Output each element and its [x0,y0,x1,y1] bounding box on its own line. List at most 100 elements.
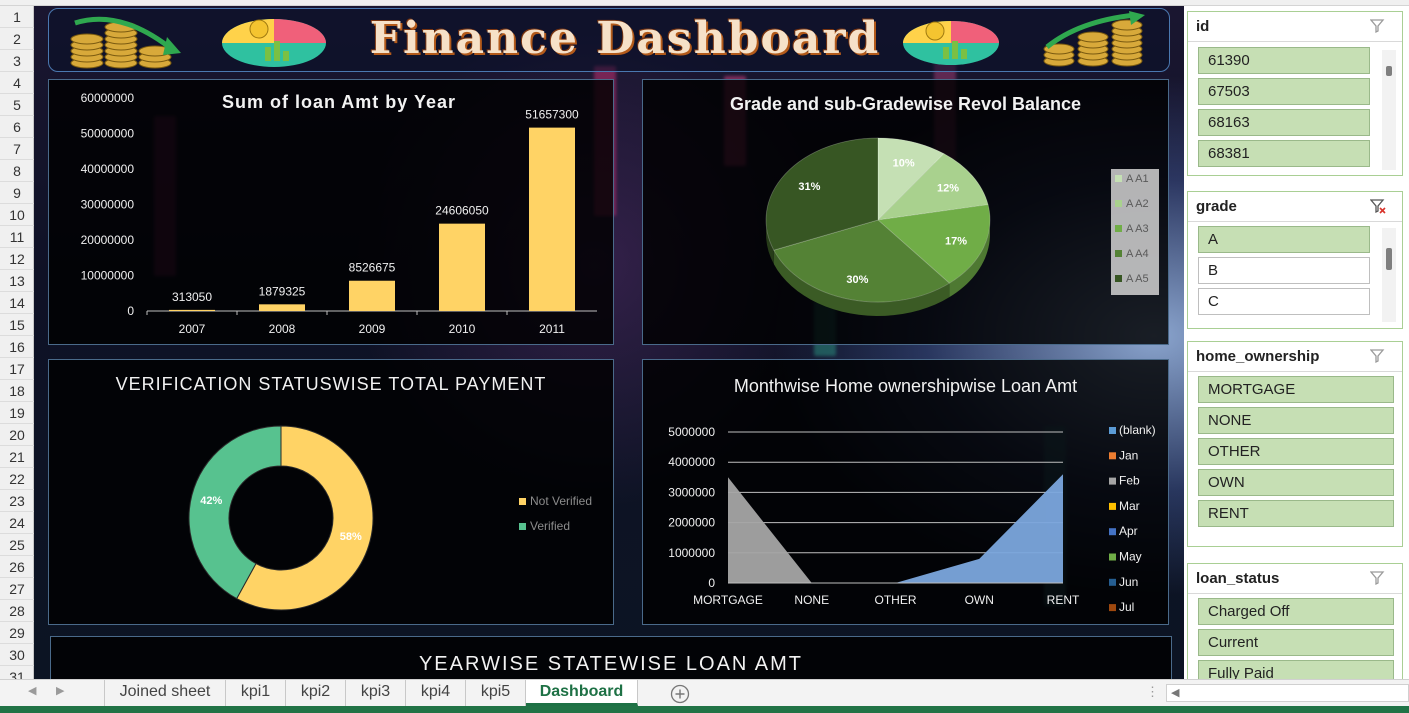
slicer-scrollbar[interactable] [1382,228,1396,322]
row-header[interactable]: 27 [0,578,34,600]
slicer-scrollbar[interactable] [1382,50,1396,170]
scroll-left-icon[interactable]: ◀ [1171,686,1179,699]
grade-revol-balance-chart[interactable]: Grade and sub-Gradewise Revol Balance 10… [642,79,1169,345]
row-header[interactable]: 30 [0,644,34,666]
data-label: 42% [200,495,222,507]
donut-chart-svg: 58% 42% Not Verified Verified [188,425,592,611]
prev-sheet-icon[interactable]: ◀ [28,684,36,697]
slicer-header: loan_status [1188,564,1402,594]
legend-label: Not Verified [530,494,592,508]
horizontal-scrollbar[interactable]: ◀ [1166,684,1409,702]
row-header[interactable]: 15 [0,314,34,336]
row-header[interactable]: 17 [0,358,34,380]
loan-by-year-chart[interactable]: Sum of loan Amt by Year 0 10000000 2000000… [48,79,614,345]
legend-label: A A5 [1126,273,1149,285]
tab-split-handle[interactable]: ⋮ [1146,684,1159,700]
legend-swatch [1109,427,1116,434]
slicer-loan-status[interactable]: loan_status Charged Off Current Fully Pa… [1187,563,1403,682]
slicer-item[interactable]: OTHER [1198,438,1394,465]
row-header[interactable]: 20 [0,424,34,446]
add-sheet-icon[interactable] [670,684,690,704]
slicer-item[interactable]: Current [1198,629,1394,656]
y-tick-label: 0 [127,304,134,318]
y-tick-label: 10000000 [81,269,135,283]
slicer-item[interactable]: RENT [1198,500,1394,527]
slicer-item[interactable]: 68163 [1198,109,1370,136]
row-header[interactable]: 14 [0,292,34,314]
row-header[interactable]: 12 [0,248,34,270]
clear-filter-icon[interactable] [1370,348,1386,364]
row-header[interactable]: 13 [0,270,34,292]
data-label: 1879325 [259,284,306,298]
legend-label: Jun [1119,575,1138,589]
row-header[interactable]: 7 [0,138,34,160]
legend-swatch [519,498,526,505]
slicer-id[interactable]: id 61390 67503 68163 68381 [1187,11,1403,176]
slicer-item[interactable]: C [1198,288,1370,315]
row-header[interactable]: 25 [0,534,34,556]
row-header[interactable]: 29 [0,622,34,644]
slicer-title: home_ownership [1196,348,1320,365]
row-header[interactable]: 23 [0,490,34,512]
row-header[interactable]: 21 [0,446,34,468]
tab-kpi1[interactable]: kpi1 [226,680,286,706]
clear-filter-icon[interactable] [1370,18,1386,34]
scrollbar-thumb[interactable] [1386,248,1392,270]
slicer-item[interactable]: Fully Paid [1198,660,1394,682]
row-header[interactable]: 22 [0,468,34,490]
x-tick-label: OTHER [875,593,917,607]
row-header[interactable]: 18 [0,380,34,402]
verification-payment-chart[interactable]: VERIFICATION STATUSWISE TOTAL PAYMENT 58… [48,359,614,625]
tab-kpi2[interactable]: kpi2 [286,680,346,706]
slicer-item[interactable]: MORTGAGE [1198,376,1394,403]
home-ownership-loan-chart[interactable]: Monthwise Home ownershipwise Loan Amt 01… [642,359,1169,625]
y-tick-label: 0 [708,576,715,590]
row-header[interactable]: 16 [0,336,34,358]
slicer-item[interactable]: 67503 [1198,78,1370,105]
row-header[interactable]: 10 [0,204,34,226]
row-header[interactable]: 19 [0,402,34,424]
slicer-item[interactable]: OWN [1198,469,1394,496]
clear-filter-icon[interactable] [1370,570,1386,586]
next-sheet-icon[interactable]: ▶ [56,684,64,697]
yearwise-statewise-chart[interactable]: YEARWISE STATEWISE LOAN AMT [50,636,1172,679]
slicer-home-ownership[interactable]: home_ownership MORTGAGE NONE OTHER OWN R… [1187,341,1403,547]
row-header[interactable]: 2 [0,28,34,50]
row-header[interactable]: 4 [0,72,34,94]
slicer-item[interactable]: 68381 [1198,140,1370,167]
legend-label: A A2 [1126,198,1149,210]
tab-joined-sheet[interactable]: Joined sheet [104,680,226,706]
row-header[interactable]: 28 [0,600,34,622]
scrollbar-thumb[interactable] [1386,66,1392,76]
dashboard-title: Finance Dashboard [369,13,881,64]
slicer-item[interactable]: NONE [1198,407,1394,434]
slicer-item[interactable]: B [1198,257,1370,284]
tab-dashboard[interactable]: Dashboard [526,680,638,706]
row-header[interactable]: 6 [0,116,34,138]
clear-filter-icon[interactable] [1370,198,1386,214]
row-header[interactable]: 1 [0,6,34,28]
slicer-title: loan_status [1196,570,1280,587]
tab-kpi3[interactable]: kpi3 [346,680,406,706]
row-header[interactable]: 24 [0,512,34,534]
row-header[interactable]: 9 [0,182,34,204]
slicer-header: id [1188,12,1402,42]
legend-label: Mar [1119,499,1140,513]
bar [529,127,575,312]
slicer-grade[interactable]: grade A B C [1187,191,1403,329]
slicer-item[interactable]: A [1198,226,1370,253]
row-header[interactable]: 11 [0,226,34,248]
row-header[interactable]: 5 [0,94,34,116]
coins-icon [1043,11,1145,67]
legend-swatch [1115,200,1122,207]
pie-chart-svg: 10% 12% 17% 30% 31% A A1 A A2 A A3 A A4 A A5 [765,137,1159,316]
row-header[interactable]: 3 [0,50,34,72]
slicer-item[interactable]: Charged Off [1198,598,1394,625]
tab-kpi4[interactable]: kpi4 [406,680,466,706]
tab-kpi5[interactable]: kpi5 [466,680,526,706]
slicer-header: grade [1188,192,1402,222]
slicer-item[interactable]: 61390 [1198,47,1370,74]
pie-chart-icon [903,21,999,65]
row-header[interactable]: 26 [0,556,34,578]
row-header[interactable]: 8 [0,160,34,182]
